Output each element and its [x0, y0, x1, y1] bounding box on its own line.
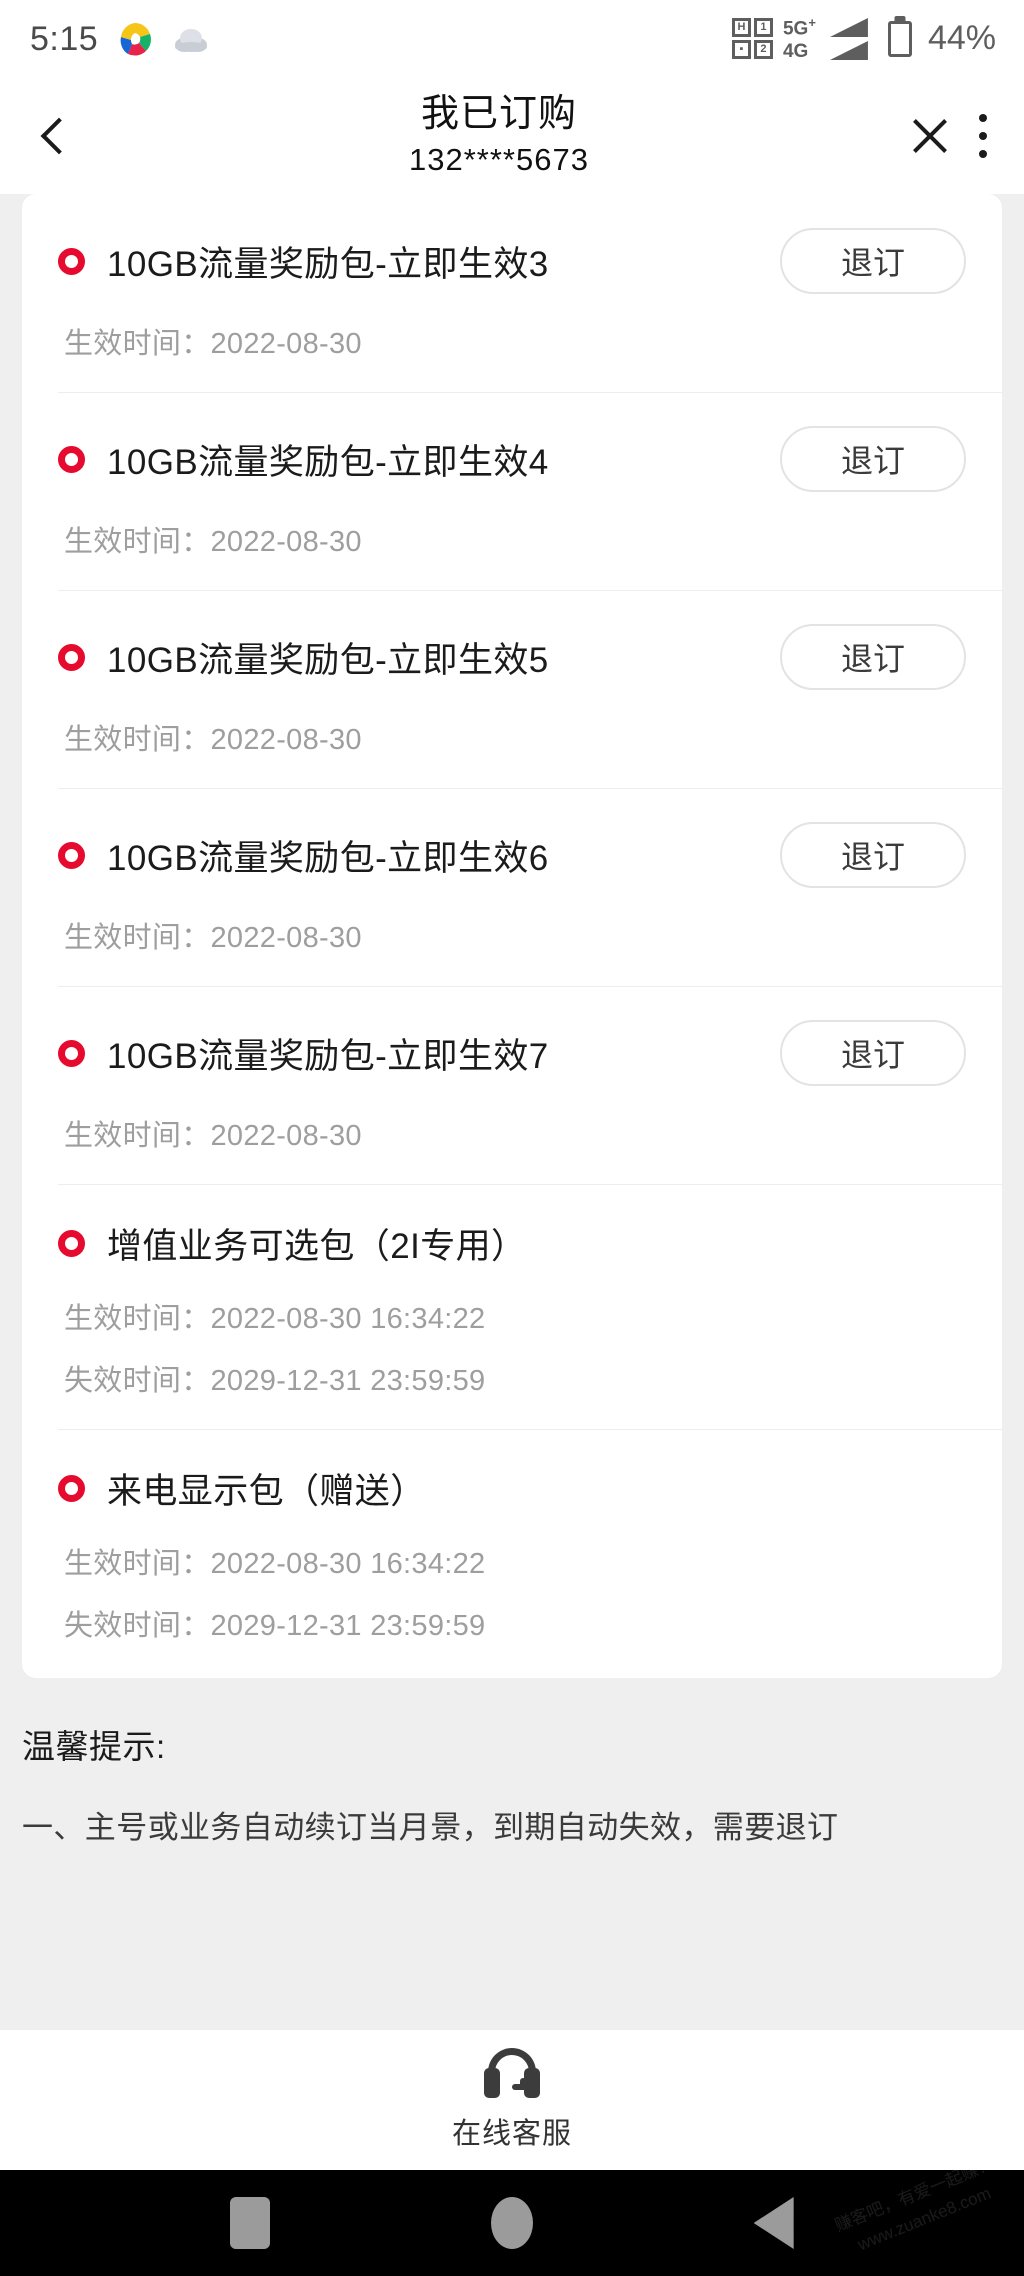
effective-time: 生效时间：2022-08-30 [64, 724, 362, 756]
unsubscribe-button[interactable]: 退订 [780, 426, 966, 492]
package-name: 10GB流量奖励包-立即生效3 [107, 244, 549, 284]
signal-bars-icon [829, 17, 868, 60]
unsubscribe-button[interactable]: 退订 [780, 228, 966, 294]
sogou-icon [116, 20, 154, 58]
package-item: 10GB流量奖励包-立即生效4 退订生效时间：2022-08-30 [22, 392, 1002, 590]
tips-section: 温馨提示: 一、主号或业务自动续订当月景，到期自动失效，需要退订 [0, 1678, 1024, 1847]
phone-screen: 5:15 H ▪ 1 2 5G+ 4G 44% 我已订购 132****5673… [0, 0, 1024, 2276]
android-nav-bar: 赚客吧，有爱一起赚！ www.zuanke8.com [0, 2154, 1024, 2276]
package-item: 来电显示包（赠送） 生效时间：2022-08-30 16:34:22 失效时间：20… [22, 1429, 1002, 1674]
watermark-line-2: www.zuanke8.com [854, 2183, 994, 2254]
network-5g-label: 5G+ [782, 15, 816, 40]
sim1-type: H [731, 18, 751, 38]
red-ring-icon [58, 1475, 85, 1502]
package-item: 10GB流量奖励包-立即生效6 退订生效时间：2022-08-30 [22, 788, 1002, 986]
unsubscribe-button[interactable]: 退订 [780, 1020, 966, 1086]
effective-time: 生效时间：2022-08-30 [64, 328, 362, 360]
package-item: 10GB流量奖励包-立即生效7 退订生效时间：2022-08-30 [22, 986, 1002, 1184]
red-ring-icon [58, 841, 85, 869]
package-item: 10GB流量奖励包-立即生效3 退订生效时间：2022-08-30 [22, 194, 1002, 392]
circle-home-icon[interactable] [490, 2197, 533, 2249]
page-header: 我已订购 132****5673 [0, 78, 1024, 194]
network-4g-label: 4G [782, 40, 809, 62]
package-list: 10GB流量奖励包-立即生效3 退订 生效时间：2022-08-30 10GB流量奖励… [22, 194, 1002, 1674]
tips-title: 温馨提示: [22, 1728, 166, 1765]
page-title: 我已订购 [420, 93, 577, 136]
sim2-type: ▪ [731, 40, 751, 60]
phone-number: 132****5673 [409, 141, 589, 177]
expiry-time: 失效时间：2029-12-31 23:59:59 [64, 1610, 486, 1642]
package-row: 10GB流量奖励包-立即生效7 退订 [58, 1020, 966, 1086]
effective-time: 生效时间：2022-08-30 [64, 922, 362, 954]
triangle-back-icon[interactable] [753, 2197, 794, 2249]
red-ring-icon [58, 1039, 85, 1067]
customer-service-label: 在线客服 [451, 2118, 572, 2150]
package-row: 10GB流量奖励包-立即生效3 退订 [58, 228, 966, 294]
bottom-bar[interactable]: 在线客服 [0, 2030, 1024, 2170]
package-name: 10GB流量奖励包-立即生效4 [107, 442, 549, 482]
red-ring-icon [58, 1230, 85, 1257]
sim1-slot: 1 [753, 18, 773, 38]
package-card: 10GB流量奖励包-立即生效3 退订 生效时间：2022-08-30 10GB流量奖励… [22, 194, 1002, 1678]
package-name: 10GB流量奖励包-立即生效7 [107, 1036, 549, 1076]
cloud-icon [172, 24, 210, 54]
package-row: 来电显示包（赠送） [58, 1463, 966, 1514]
tips-line-1: 一、主号或业务自动续订当月景，到期自动失效，需要退订 [22, 1810, 839, 1845]
headset-icon [480, 2048, 544, 2104]
effective-time: 生效时间：2022-08-30 [64, 1120, 362, 1152]
effective-time: 生效时间：2022-08-30 16:34:22 [64, 1548, 486, 1580]
battery-icon [887, 20, 912, 57]
header-actions [908, 114, 1024, 158]
signal-bar-2 [829, 40, 868, 60]
close-icon[interactable] [908, 114, 952, 158]
red-ring-icon [58, 445, 85, 473]
sim2-slot: 2 [753, 40, 773, 60]
package-name: 来电显示包（赠送） [107, 1472, 426, 1511]
package-item: 增值业务可选包（2I专用） 生效时间：2022-08-30 16:34:22 失效时… [22, 1184, 1002, 1429]
package-name: 10GB流量奖励包-立即生效6 [107, 838, 549, 878]
chevron-left-icon [40, 117, 78, 155]
signal-bar-1 [829, 17, 868, 37]
header-title-block: 我已订购 132****5673 [90, 92, 908, 180]
scroll-content[interactable]: 10GB流量奖励包-立即生效3 退订 生效时间：2022-08-30 10GB流量奖励… [0, 194, 1024, 2030]
package-name: 10GB流量奖励包-立即生效5 [107, 640, 549, 680]
status-bar-right: H ▪ 1 2 5G+ 4G 44% [731, 16, 996, 61]
effective-time: 生效时间：2022-08-30 [64, 526, 362, 558]
status-bar: 5:15 H ▪ 1 2 5G+ 4G 44% [0, 0, 1024, 78]
package-row: 10GB流量奖励包-立即生效6 退订 [58, 822, 966, 888]
package-name: 增值业务可选包（2I专用） [107, 1227, 527, 1266]
package-row: 10GB流量奖励包-立即生效4 退订 [58, 426, 966, 492]
unsubscribe-button[interactable]: 退订 [780, 624, 966, 690]
expiry-time: 失效时间：2029-12-31 23:59:59 [64, 1365, 486, 1397]
status-bar-left: 5:15 [30, 20, 210, 59]
battery-percent: 44% [927, 19, 996, 58]
package-row: 10GB流量奖励包-立即生效5 退订 [58, 624, 966, 690]
status-clock: 5:15 [30, 19, 99, 58]
network-labels: 5G+ 4G [783, 16, 816, 61]
dual-sim-icon: H ▪ 1 2 [731, 18, 773, 60]
square-recents-icon[interactable] [230, 2197, 271, 2249]
unsubscribe-button[interactable]: 退订 [780, 822, 966, 888]
red-ring-icon [58, 247, 85, 275]
package-row: 增值业务可选包（2I专用） [58, 1218, 966, 1269]
red-ring-icon [58, 643, 85, 671]
effective-time: 生效时间：2022-08-30 16:34:22 [64, 1303, 486, 1335]
package-item: 10GB流量奖励包-立即生效5 退订生效时间：2022-08-30 [22, 590, 1002, 788]
kebab-menu-icon[interactable] [978, 114, 988, 158]
